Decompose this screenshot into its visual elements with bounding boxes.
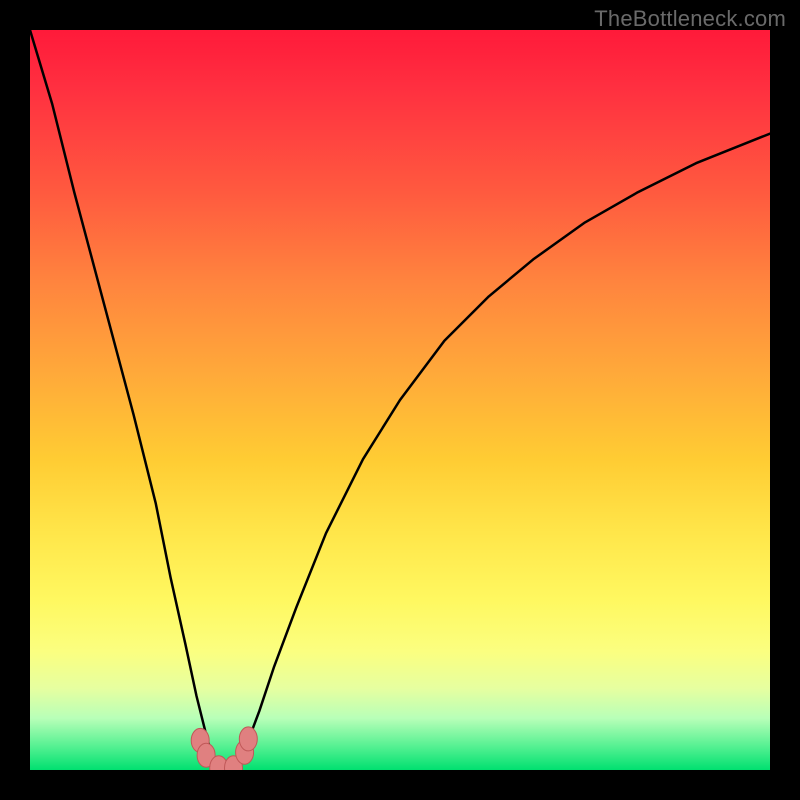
- plot-area: [30, 30, 770, 770]
- bottleneck-curve: [30, 30, 770, 770]
- curve-markers: [191, 727, 257, 770]
- curve-marker: [239, 727, 257, 751]
- watermark-text: TheBottleneck.com: [594, 6, 786, 32]
- chart-frame: TheBottleneck.com: [0, 0, 800, 800]
- curve-svg: [30, 30, 770, 770]
